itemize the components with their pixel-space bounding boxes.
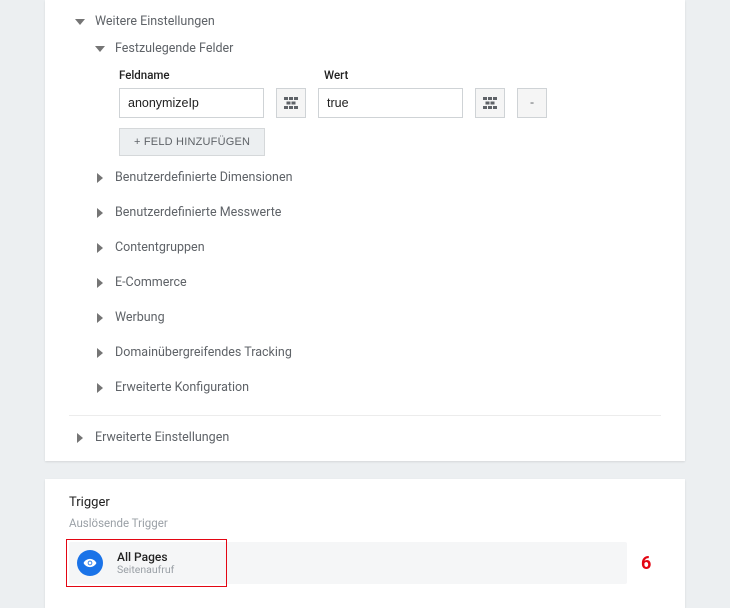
brick-icon	[483, 97, 497, 109]
section-label: Weitere Einstellungen	[95, 14, 215, 29]
chevron-right-icon	[95, 208, 105, 218]
field-name-input[interactable]	[119, 88, 264, 118]
section-custom-dimensions[interactable]: Benutzerdefinierte Dimensionen	[45, 160, 685, 195]
section-label: Contentgruppen	[115, 240, 205, 255]
section-label: Erweiterte Einstellungen	[95, 430, 229, 445]
chevron-down-icon	[95, 44, 105, 54]
chevron-right-icon	[95, 313, 105, 323]
chevron-right-icon	[95, 383, 105, 393]
section-advanced-settings[interactable]: Erweiterte Einstellungen	[45, 416, 685, 461]
remove-field-button[interactable]: -	[517, 88, 547, 118]
trigger-subheading: Auslösende Trigger	[69, 516, 661, 530]
minus-icon: -	[530, 96, 534, 111]
brick-icon	[284, 97, 298, 109]
field-value-header: Wert	[324, 68, 509, 82]
trigger-item[interactable]: All Pages Seitenaufruf	[69, 542, 627, 584]
section-label: Benutzerdefinierte Dimensionen	[115, 170, 292, 185]
pageview-icon	[77, 550, 103, 576]
section-more-settings[interactable]: Weitere Einstellungen	[45, 8, 685, 35]
section-ecommerce[interactable]: E-Commerce	[45, 265, 685, 300]
chevron-right-icon	[95, 348, 105, 358]
chevron-right-icon	[75, 433, 85, 443]
section-content-groups[interactable]: Contentgruppen	[45, 230, 685, 265]
variable-picker-button[interactable]	[475, 88, 505, 118]
field-row: -	[119, 82, 685, 118]
field-name-header: Feldname	[119, 68, 304, 82]
section-label: Werbung	[115, 310, 165, 325]
annotation-number: 6	[641, 553, 651, 574]
field-value-input[interactable]	[318, 88, 463, 118]
section-label: Festzulegende Felder	[115, 41, 233, 56]
chevron-right-icon	[95, 278, 105, 288]
section-cross-domain[interactable]: Domainübergreifendes Tracking	[45, 335, 685, 370]
chevron-right-icon	[95, 243, 105, 253]
section-label: Domainübergreifendes Tracking	[115, 345, 292, 360]
add-field-button[interactable]: + FELD HINZUFÜGEN	[119, 128, 265, 156]
section-label: Benutzerdefinierte Messwerte	[115, 205, 281, 220]
trigger-heading: Trigger	[69, 495, 661, 510]
trigger-type: Seitenaufruf	[117, 564, 174, 576]
trigger-name: All Pages	[117, 551, 174, 564]
section-custom-metrics[interactable]: Benutzerdefinierte Messwerte	[45, 195, 685, 230]
chevron-right-icon	[95, 173, 105, 183]
section-advertising[interactable]: Werbung	[45, 300, 685, 335]
section-fields-to-set[interactable]: Festzulegende Felder	[45, 35, 685, 62]
variable-picker-button[interactable]	[276, 88, 306, 118]
section-label: Erweiterte Konfiguration	[115, 380, 249, 395]
chevron-down-icon	[75, 17, 85, 27]
section-advanced-config[interactable]: Erweiterte Konfiguration	[45, 370, 685, 405]
section-label: E-Commerce	[115, 275, 187, 290]
